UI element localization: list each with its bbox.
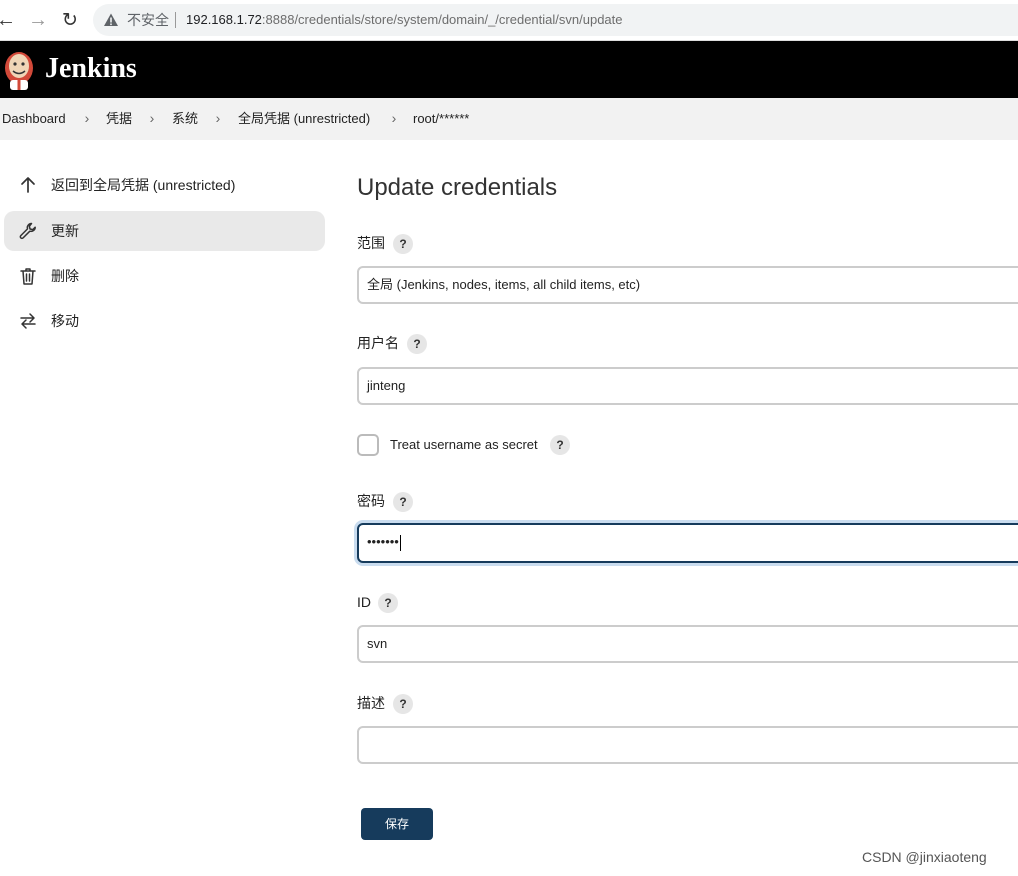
sidebar-item-move[interactable]: 移动 — [4, 301, 325, 341]
omnibox-divider — [175, 12, 176, 28]
treat-username-secret-label[interactable]: Treat username as secret — [390, 436, 538, 454]
jenkins-title[interactable]: Jenkins — [45, 52, 137, 86]
description-help-icon[interactable]: ? — [393, 694, 413, 714]
username-input[interactable]: jinteng — [357, 367, 1018, 405]
username-help-icon[interactable]: ? — [407, 334, 427, 354]
browser-toolbar: ← → ↻ 不安全 192.168.1.72:8888/credentials/… — [0, 0, 1018, 41]
id-help-icon[interactable]: ? — [378, 593, 398, 613]
sidebar-item-label: 移动 — [51, 313, 79, 329]
sidebar-item-label: 删除 — [51, 268, 79, 284]
breadcrumb-current-credential[interactable]: root/****** — [413, 110, 469, 127]
treat-username-secret-checkbox[interactable] — [357, 434, 379, 456]
username-label: 用户名 — [357, 335, 399, 351]
address-bar[interactable]: 不安全 192.168.1.72:8888/credentials/store/… — [93, 4, 1018, 36]
treat-secret-help-icon[interactable]: ? — [550, 435, 570, 455]
forward-arrow-icon[interactable]: → — [26, 7, 50, 33]
password-help-icon[interactable]: ? — [393, 492, 413, 512]
warning-icon[interactable] — [103, 12, 119, 28]
back-arrow-icon[interactable]: ← — [0, 7, 18, 33]
scope-help-icon[interactable]: ? — [393, 234, 413, 254]
description-label: 描述 — [357, 695, 385, 711]
id-label: ID — [357, 594, 371, 610]
url-path: :8888/credentials/store/system/domain/_/… — [261, 12, 623, 27]
save-button[interactable]: 保存 — [361, 808, 433, 840]
jenkins-header: Jenkins — [0, 41, 1018, 98]
breadcrumb: Dashboard › 凭据 › 系统 › 全局凭据 (unrestricted… — [0, 98, 1018, 140]
description-input[interactable] — [357, 726, 1018, 764]
page-title: Update credentials — [357, 174, 558, 201]
arrow-up-icon — [21, 177, 35, 193]
id-input[interactable]: svn — [357, 625, 1018, 663]
sidebar-item-label: 返回到全局凭据 (unrestricted) — [51, 177, 236, 193]
chevron-right-icon: › — [391, 110, 397, 126]
password-value: ••••••• — [367, 534, 399, 549]
url-host: 192.168.1.72 — [186, 12, 262, 27]
url-text[interactable]: 192.168.1.72:8888/credentials/store/syst… — [186, 12, 623, 28]
breadcrumb-system[interactable]: 系统 — [172, 110, 198, 127]
trash-icon — [20, 268, 36, 285]
chevron-right-icon: › — [84, 110, 90, 126]
breadcrumb-credentials[interactable]: 凭据 — [106, 110, 132, 127]
chevron-right-icon: › — [149, 110, 155, 126]
password-input[interactable]: ••••••• — [357, 523, 1018, 563]
scope-select[interactable]: 全局 (Jenkins, nodes, items, all child ite… — [357, 266, 1018, 304]
breadcrumb-dashboard[interactable]: Dashboard — [2, 110, 66, 127]
scope-label: 范围 — [357, 235, 385, 251]
sidebar-item-delete[interactable]: 删除 — [4, 256, 325, 296]
jenkins-logo-icon[interactable] — [2, 49, 36, 91]
wrench-icon — [19, 222, 36, 240]
watermark: CSDN @jinxiaoteng — [862, 849, 987, 865]
breadcrumb-global-credentials[interactable]: 全局凭据 (unrestricted) — [238, 110, 370, 127]
chevron-right-icon: › — [215, 110, 221, 126]
reload-icon[interactable]: ↻ — [58, 7, 82, 33]
not-secure-label[interactable]: 不安全 — [127, 12, 169, 28]
sidebar-item-back[interactable]: 返回到全局凭据 (unrestricted) — [4, 165, 325, 205]
text-caret — [399, 534, 401, 551]
sidebar-item-update[interactable]: 更新 — [4, 211, 325, 251]
password-label: 密码 — [357, 493, 385, 509]
sidebar-item-label: 更新 — [51, 223, 79, 239]
swap-arrows-icon — [20, 313, 36, 329]
